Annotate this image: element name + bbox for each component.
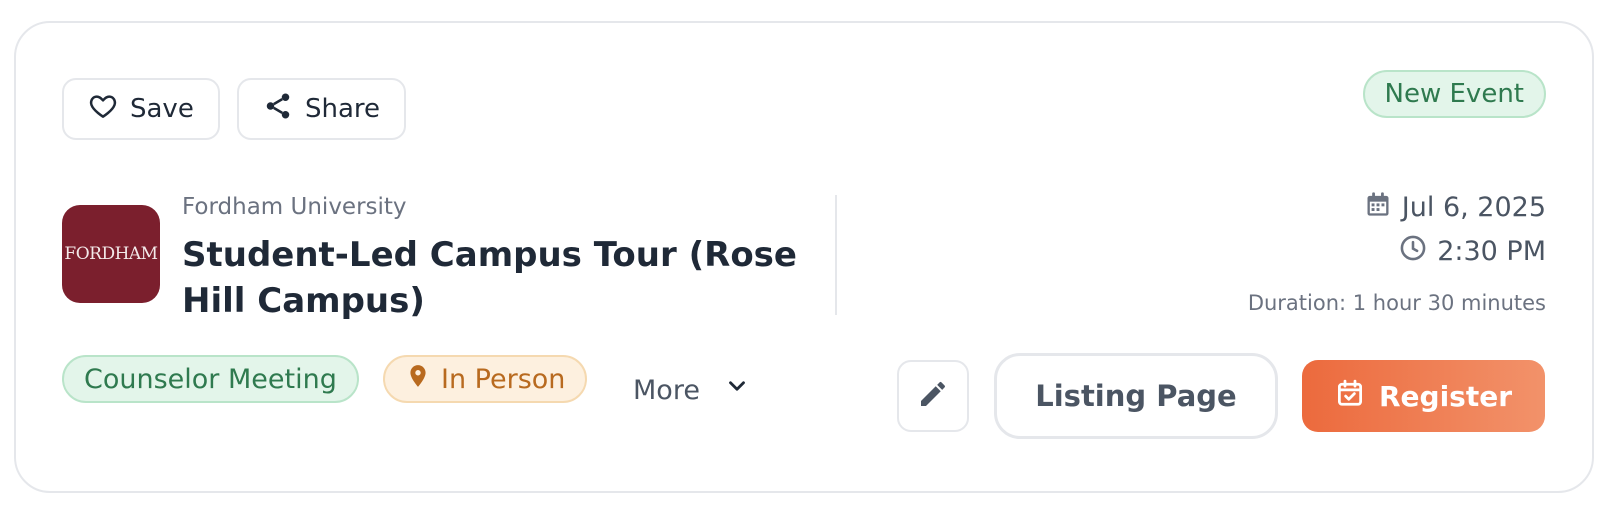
map-pin-icon: [405, 363, 431, 396]
section-divider: [835, 195, 837, 315]
event-title[interactable]: Student-Led Campus Tour (Rose Hill Campu…: [182, 232, 802, 324]
clock-icon: [1399, 234, 1427, 269]
more-toggle[interactable]: More: [633, 375, 750, 406]
tag-label: In Person: [441, 363, 566, 395]
share-icon: [263, 91, 293, 128]
listing-page-label: Listing Page: [1035, 379, 1237, 413]
save-label: Save: [130, 94, 194, 124]
time-text: 2:30 PM: [1437, 236, 1546, 267]
heart-icon: [88, 91, 118, 128]
register-button[interactable]: Register: [1302, 360, 1545, 432]
calendar-icon: [1364, 190, 1392, 225]
edit-button[interactable]: [897, 360, 969, 432]
share-button[interactable]: Share: [237, 78, 407, 140]
tag-counselor-meeting[interactable]: Counselor Meeting: [62, 355, 359, 403]
event-duration: Duration: 1 hour 30 minutes: [1247, 291, 1546, 315]
tag-label: Counselor Meeting: [84, 363, 337, 395]
logo-text: FORDHAM: [64, 244, 158, 264]
share-label: Share: [305, 94, 381, 124]
event-date: Jul 6, 2025: [1364, 190, 1546, 225]
register-label: Register: [1378, 379, 1513, 413]
organization-logo: FORDHAM: [62, 205, 160, 303]
tag-in-person[interactable]: In Person: [383, 355, 588, 403]
more-label: More: [633, 375, 700, 406]
new-event-badge: New Event: [1362, 70, 1546, 118]
calendar-check-icon: [1335, 378, 1365, 415]
pencil-icon: [917, 378, 949, 414]
date-text: Jul 6, 2025: [1401, 192, 1546, 223]
save-button[interactable]: Save: [62, 78, 220, 140]
organization-name: Fordham University: [182, 194, 407, 220]
chevron-down-icon: [724, 375, 750, 406]
event-time: 2:30 PM: [1399, 234, 1546, 269]
listing-page-button[interactable]: Listing Page: [994, 353, 1278, 439]
